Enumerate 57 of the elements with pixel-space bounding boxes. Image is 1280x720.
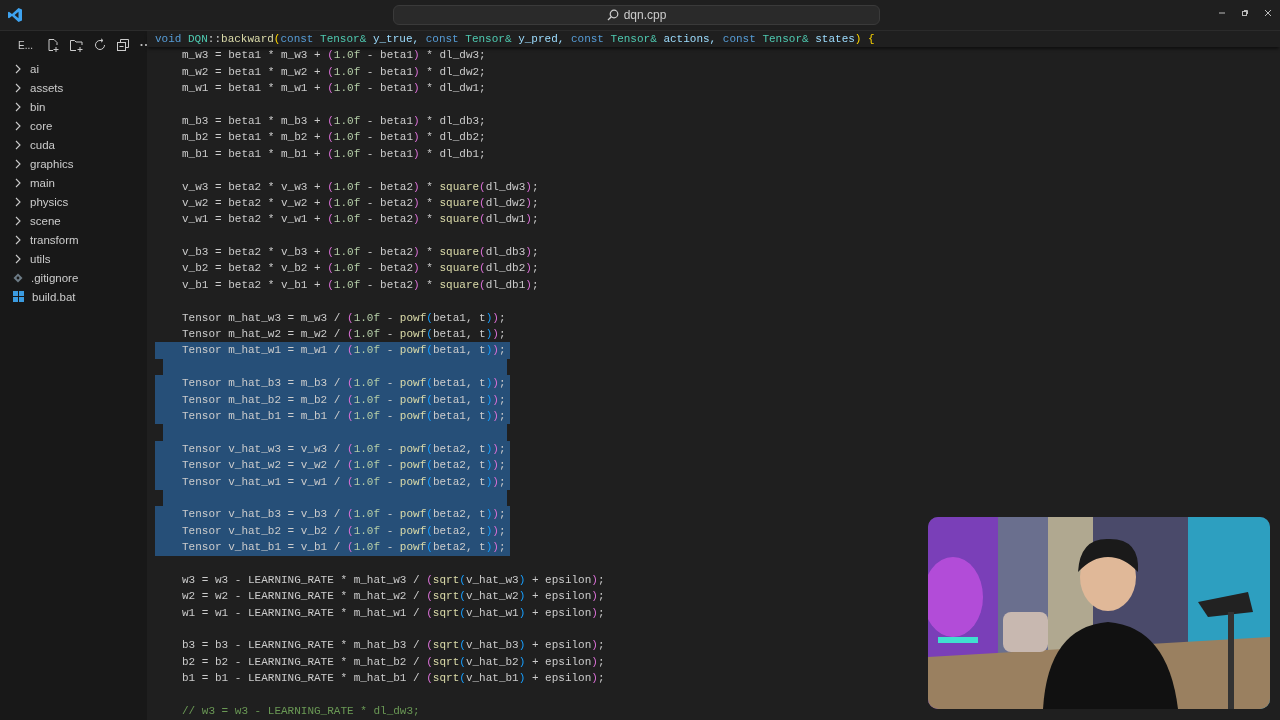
chevron-icon [14, 215, 22, 226]
chevron-icon [14, 101, 22, 112]
code-line: m_b2 = beta1 * m_b2 + (1.0f - beta1) * dl_db2; [181, 130, 487, 146]
app-logo-icon [7, 7, 23, 23]
search-field[interactable]: dqn.cpp [393, 5, 880, 25]
chevron-icon [14, 234, 22, 245]
explorer-item[interactable]: build.bat [0, 287, 147, 306]
code-line: v_b3 = beta2 * v_b3 + (1.0f - beta2) * square(dl_db3); [181, 245, 540, 261]
explorer-item[interactable]: scene [0, 211, 147, 230]
code-line: b2 = b2 - LEARNING_RATE * m_hat_b2 / (sqrt(v_hat_b2) + epsilon); [181, 654, 606, 670]
chevron-icon [14, 177, 22, 188]
explorer-item[interactable]: bin [0, 97, 147, 116]
collapse-all-icon[interactable] [116, 38, 130, 52]
explorer-item[interactable]: ai [0, 59, 147, 78]
explorer-title: E... [18, 39, 33, 51]
search-icon [606, 9, 619, 21]
code-line: b3 = b3 - LEARNING_RATE * m_hat_b3 / (sqrt(v_hat_b3) + epsilon); [181, 638, 606, 654]
close-icon[interactable] [1263, 8, 1273, 18]
code-line: m_b1 = beta1 * m_b1 + (1.0f - beta1) * dl_db1; [181, 146, 487, 162]
explorer-item[interactable]: cuda [0, 135, 147, 154]
chevron-icon [14, 253, 22, 264]
refresh-icon[interactable] [93, 38, 107, 52]
new-file-icon[interactable] [46, 38, 60, 52]
chevron-icon [14, 120, 22, 131]
code-line: w3 = w3 - LEARNING_RATE * m_hat_w3 / (sqrt(v_hat_w3) + epsilon); [181, 572, 606, 588]
code-line: m_w2 = beta1 * m_w2 + (1.0f - beta1) * dl_dw2; [181, 64, 487, 80]
new-folder-icon[interactable] [69, 38, 84, 52]
code-line: m_b3 = beta1 * m_b3 + (1.0f - beta1) * dl_db3; [181, 113, 487, 129]
code-line: v_w1 = beta2 * v_w1 + (1.0f - beta2) * square(dl_dw1); [181, 212, 540, 228]
chevron-icon [14, 139, 22, 150]
explorer-item[interactable]: physics [0, 192, 147, 211]
explorer-item[interactable]: transform [0, 230, 147, 249]
code-line: m_w1 = beta1 * m_w1 + (1.0f - beta1) * dl_dw1; [181, 81, 487, 97]
code-line: v_w2 = beta2 * v_w2 + (1.0f - beta2) * square(dl_dw2); [181, 195, 540, 211]
code-line: v_b1 = beta2 * v_b1 + (1.0f - beta2) * square(dl_db1); [181, 277, 540, 293]
explorer-item[interactable]: .gitignore [0, 268, 147, 287]
explorer-item[interactable]: assets [0, 78, 147, 97]
code-line: // w3 = w3 - LEARNING_RATE * dl_dw3; [181, 704, 421, 719]
chevron-icon [14, 158, 22, 169]
code-line: b1 = b1 - LEARNING_RATE * m_hat_b1 / (sqrt(v_hat_b1) + epsilon); [181, 671, 606, 687]
diamond-file-icon [13, 272, 23, 283]
explorer-item[interactable]: main [0, 173, 147, 192]
explorer-item[interactable]: core [0, 116, 147, 135]
code-line: w1 = w1 - LEARNING_RATE * m_hat_w1 / (sqrt(v_hat_w1) + epsilon); [181, 605, 606, 621]
explorer-item[interactable]: utils [0, 249, 147, 268]
windows-file-icon [13, 291, 24, 302]
code-line: v_b2 = beta2 * v_b2 + (1.0f - beta2) * square(dl_db2); [181, 261, 540, 277]
chevron-icon [14, 63, 22, 74]
code-line: v_w3 = beta2 * v_w3 + (1.0f - beta2) * square(dl_dw3); [181, 179, 540, 195]
code-line: m_w3 = beta1 * m_w3 + (1.0f - beta1) * dl_dw3; [181, 48, 487, 64]
chevron-icon [14, 196, 22, 207]
code-line: Tensor m_hat_w2 = m_w2 / (1.0f - powf(beta1, t)); [181, 327, 507, 343]
explorer-item[interactable]: graphics [0, 154, 147, 173]
code-line: w2 = w2 - LEARNING_RATE * m_hat_w2 / (sqrt(v_hat_w2) + epsilon); [181, 589, 606, 605]
code-line: Tensor m_hat_w3 = m_w3 / (1.0f - powf(beta1, t)); [181, 310, 507, 326]
chevron-icon [14, 82, 22, 93]
restore-icon[interactable] [1240, 8, 1250, 18]
